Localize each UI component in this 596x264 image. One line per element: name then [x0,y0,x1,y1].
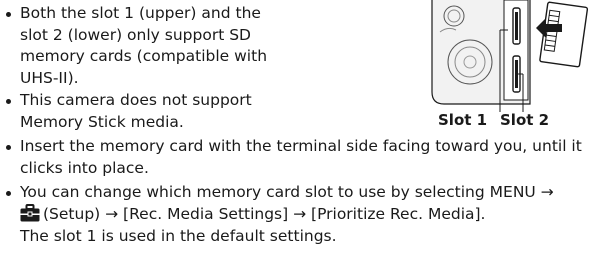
bullet-dot-icon [6,12,11,17]
bullet-change-slot: You can change which memory card slot to… [0,182,596,225]
bullet-dot-icon [6,99,11,104]
bullet-line-with-icon: (Setup) → [Rec. Media Settings] → [Prior… [20,203,596,226]
slot-2-label: Slot 2 [500,111,550,129]
toolbox-icon [20,203,40,221]
bullet-line: Insert the memory card with the terminal… [20,137,582,155]
bullet-line: Memory Stick media. [20,112,184,131]
bullet-dot-icon [6,145,11,150]
default-slot-note: The slot 1 is used in the default settin… [20,227,337,245]
bullet-insert-card: Insert the memory card with the terminal… [0,136,596,179]
bullet-line: clicks into place. [20,158,149,177]
bullet-line: memory cards (compatible with [20,47,268,65]
slot-1-label: Slot 1 [438,111,488,129]
bullet-line: slot 2 (lower) only support SD [20,25,251,44]
bullet-line: This camera does not support [20,91,252,109]
bullet-dot-icon [6,191,11,196]
bullet-memory-stick: This camera does not support Memory Stic… [0,90,320,133]
bullet-line: Both the slot 1 (upper) and the [20,4,261,22]
bullet-line-text: (Setup) → [Rec. Media Settings] → [Prior… [43,204,486,223]
bullet-line: You can change which memory card slot to… [20,183,554,201]
camera-slot-figure: Slot 1 Slot 2 [418,0,596,136]
bullet-line: UHS-II). [20,68,79,87]
bullet-sd-support: Both the slot 1 (upper) and the slot 2 (… [0,3,320,89]
